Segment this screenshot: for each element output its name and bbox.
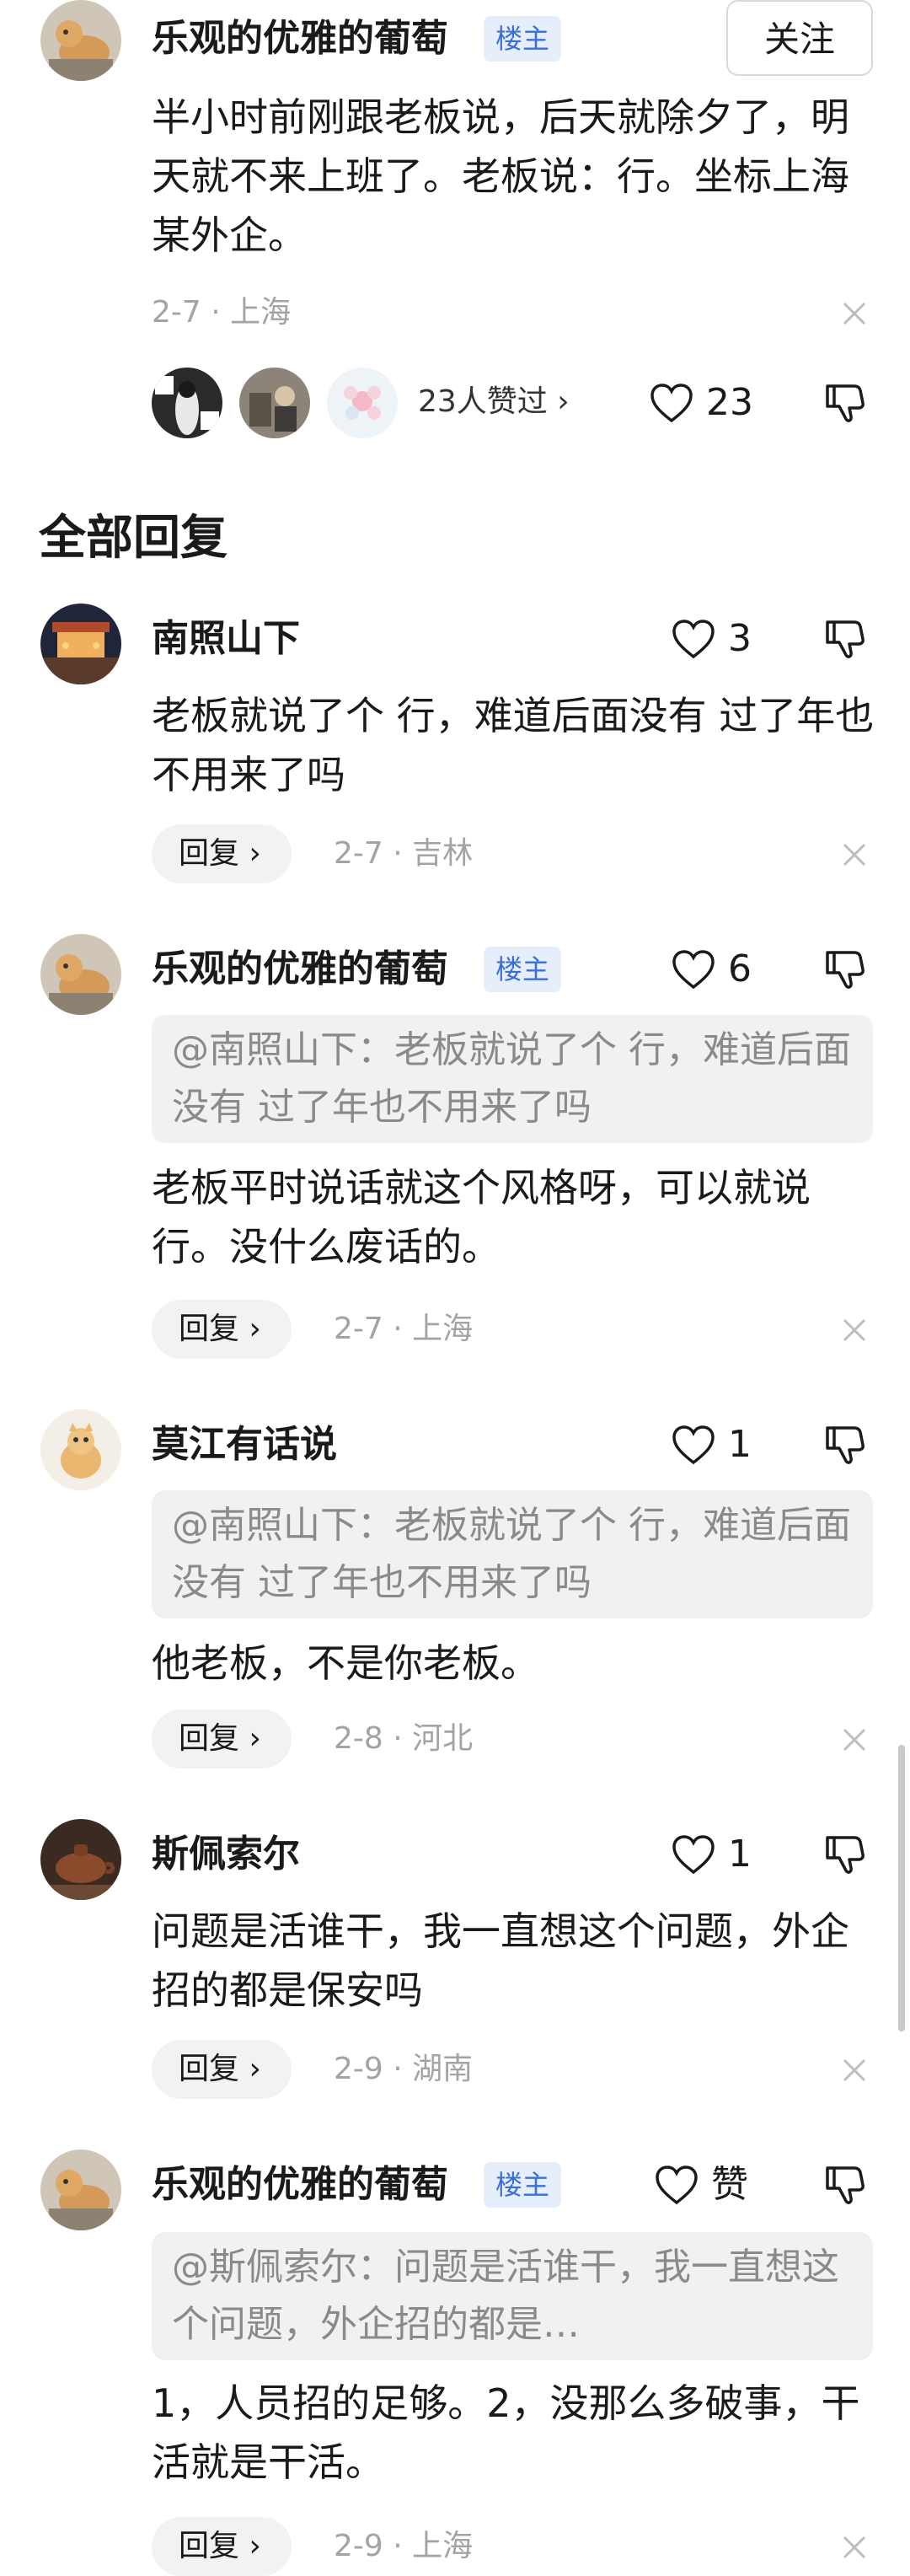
thumbs-down-icon[interactable] xyxy=(822,617,866,661)
like-count: 3 xyxy=(728,617,752,660)
like-button[interactable]: 6 xyxy=(671,944,752,995)
thumbs-down-icon[interactable] xyxy=(822,381,866,425)
reply-avatar[interactable] xyxy=(40,1409,121,1490)
scrollbar[interactable] xyxy=(898,1745,905,2031)
op-badge: 楼主 xyxy=(484,16,562,62)
close-icon[interactable] xyxy=(836,1721,873,1758)
reply-meta: 2-7 · 上海 xyxy=(334,1312,474,1346)
close-icon[interactable] xyxy=(836,295,873,332)
reply-avatar[interactable] xyxy=(40,1819,121,1900)
liker-avatar xyxy=(152,368,222,438)
reply-author[interactable]: 南照山下 xyxy=(152,614,300,664)
reply-text: 老板平时说话就这个风格呀，可以就说行。没什么废话的。 xyxy=(152,1165,811,1269)
reply-avatar[interactable] xyxy=(40,2149,121,2230)
close-icon[interactable] xyxy=(836,1312,873,1349)
quoted-reply[interactable]: @南照山下：老板就说了个 行，难道后面没有 过了年也不用来了吗 xyxy=(152,1015,873,1143)
reply-avatar[interactable] xyxy=(40,604,121,684)
like-button[interactable]: 赞 xyxy=(654,2160,748,2210)
section-title: 全部回复 xyxy=(39,511,228,566)
reply-author[interactable]: 乐观的优雅的葡萄 xyxy=(152,944,448,995)
reply-author[interactable]: 斯佩索尔 xyxy=(152,1829,300,1880)
like-count: 1 xyxy=(728,1833,752,1876)
heart-icon xyxy=(654,2164,699,2206)
close-icon[interactable] xyxy=(836,2529,873,2566)
thumbs-down-icon[interactable] xyxy=(822,1833,866,1876)
like-count: 23 xyxy=(706,381,753,424)
comment-meta: 2-7 · 上海 xyxy=(152,295,292,330)
like-count: 6 xyxy=(728,947,752,990)
reply-button[interactable]: 回复 › xyxy=(152,1300,292,1359)
close-icon[interactable] xyxy=(836,2052,873,2089)
like-button[interactable]: 23 xyxy=(649,378,753,428)
close-icon[interactable] xyxy=(836,836,873,873)
reply-button[interactable]: 回复 › xyxy=(152,1709,292,1768)
thumbs-down-icon[interactable] xyxy=(822,1423,866,1467)
reply-text: 老板就说了个 行，难道后面没有 过了年也不用来了吗 xyxy=(152,693,875,797)
reply-meta: 2-9 · 上海 xyxy=(334,2529,474,2563)
likers-avatars[interactable] xyxy=(152,368,404,438)
heart-icon xyxy=(649,382,694,424)
reply-text: 问题是活谁干，我一直想这个问题，外企招的都是保安吗 xyxy=(152,1908,849,2013)
heart-icon xyxy=(671,1424,716,1466)
reply-meta: 2-7 · 吉林 xyxy=(334,836,474,871)
reply-text: 他老板，不是你老板。 xyxy=(152,1640,539,1686)
heart-icon xyxy=(671,618,716,660)
quoted-reply[interactable]: @斯佩索尔：问题是活谁干，我一直想这个问题，外企招的都是… xyxy=(152,2232,873,2360)
like-count: 1 xyxy=(728,1423,752,1466)
reply-meta: 2-9 · 湖南 xyxy=(334,2052,474,2086)
liker-avatar xyxy=(327,368,398,438)
like-count: 赞 xyxy=(711,2163,748,2206)
quoted-reply[interactable]: @南照山下：老板就说了个 行，难道后面没有 过了年也不用来了吗 xyxy=(152,1490,873,1618)
reply-author[interactable]: 莫江有话说 xyxy=(152,1419,337,1470)
liker-avatar xyxy=(239,368,310,438)
author-avatar[interactable] xyxy=(40,0,121,81)
thumbs-down-icon[interactable] xyxy=(822,2163,866,2207)
reply-button[interactable]: 回复 › xyxy=(152,2040,292,2099)
author-name[interactable]: 乐观的优雅的葡萄 xyxy=(152,13,448,64)
like-button[interactable]: 3 xyxy=(671,614,752,664)
reply-meta: 2-8 · 河北 xyxy=(334,1721,474,1756)
reply-button[interactable]: 回复 › xyxy=(152,2517,292,2576)
op-badge: 楼主 xyxy=(484,2162,562,2208)
follow-button[interactable]: 关注 xyxy=(726,0,873,76)
reply-text: 1，人员招的足够。2，没那么多破事，干活就是干活。 xyxy=(152,2380,860,2485)
thumbs-down-icon[interactable] xyxy=(822,947,866,991)
heart-icon xyxy=(671,1833,716,1876)
like-button[interactable]: 1 xyxy=(671,1419,752,1470)
reply-author[interactable]: 乐观的优雅的葡萄 xyxy=(152,2160,448,2210)
reply-avatar[interactable] xyxy=(40,934,121,1015)
like-button[interactable]: 1 xyxy=(671,1829,752,1880)
comment-text: 半小时前刚跟老板说，后天就除夕了，明天就不来上班了。老板说：行。坐标上海某外企。 xyxy=(152,94,849,258)
reply-button[interactable]: 回复 › xyxy=(152,824,292,883)
op-badge: 楼主 xyxy=(484,947,562,992)
heart-icon xyxy=(671,948,716,990)
likers-link[interactable]: 23人赞过 › xyxy=(418,381,570,423)
